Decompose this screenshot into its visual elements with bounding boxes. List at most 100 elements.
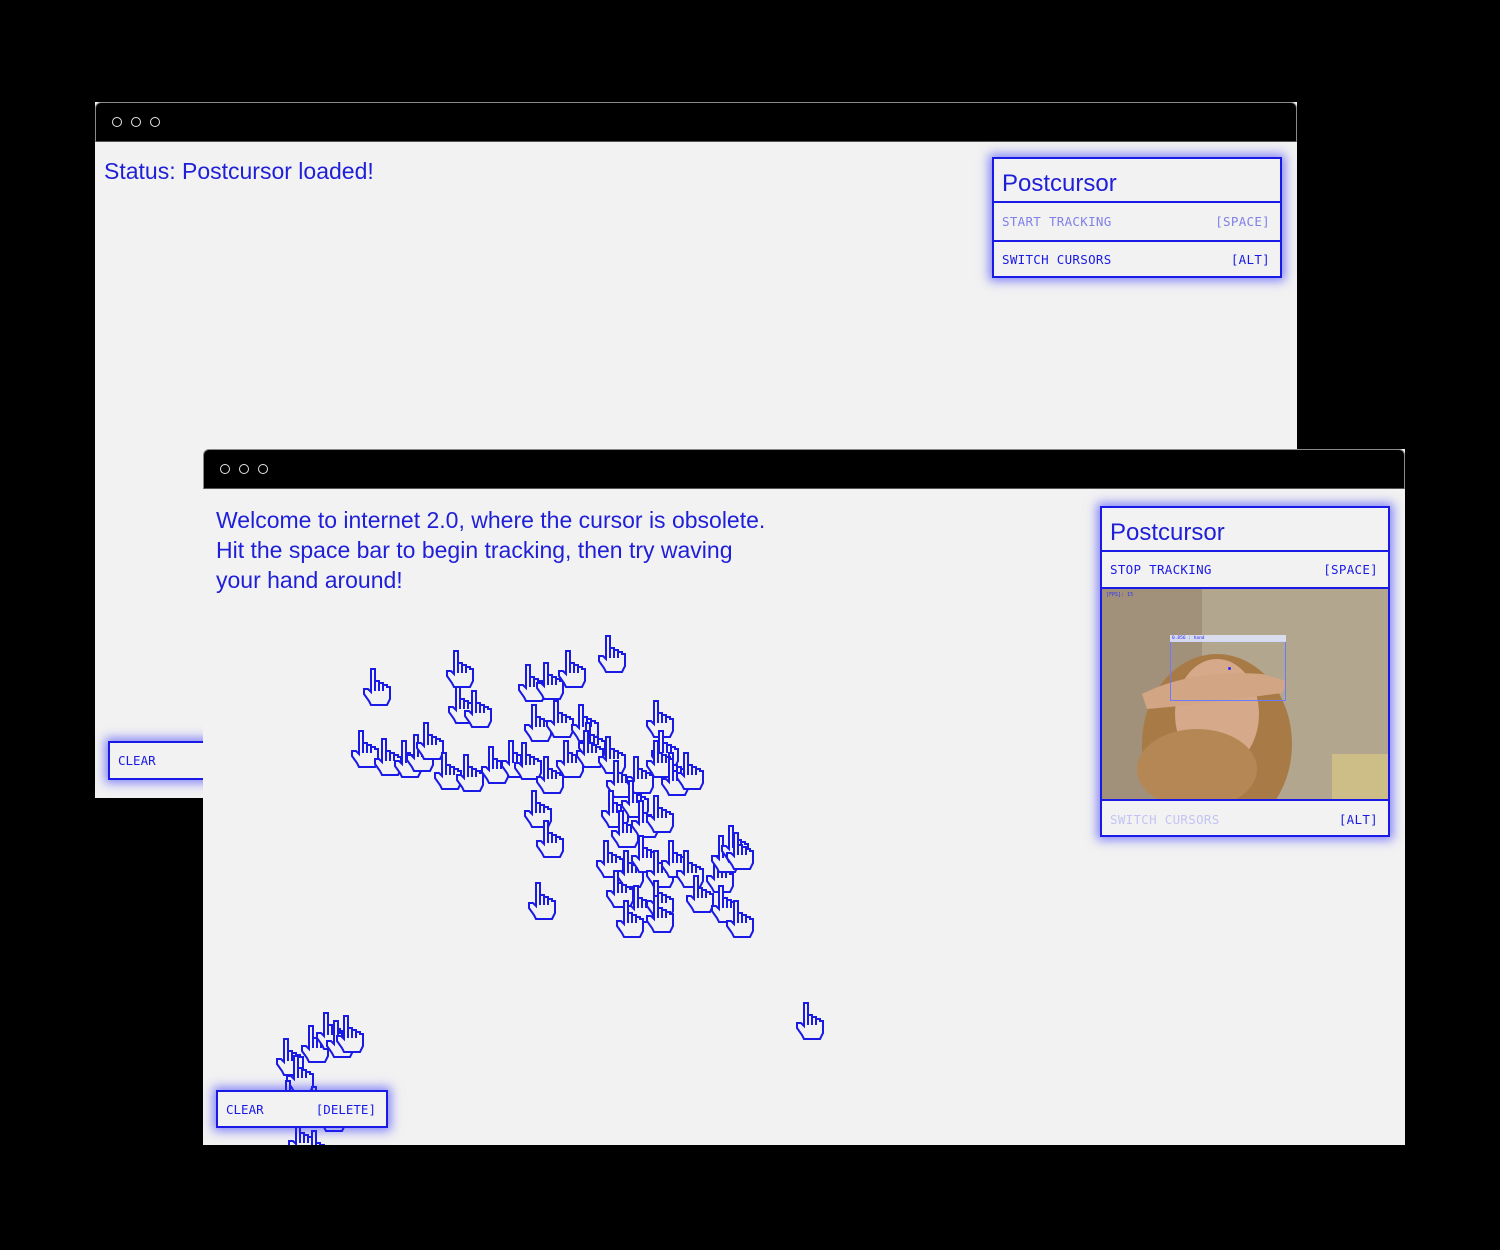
window-minimize-icon[interactable] (131, 117, 141, 127)
hand-pointer-icon (276, 1038, 304, 1076)
hand-pointer-icon (524, 704, 552, 742)
switch-cursors-button[interactable]: SWITCH CURSORS [ALT] (1102, 801, 1388, 838)
hand-pointer-icon (528, 882, 556, 920)
hand-pointer-icon (598, 635, 626, 673)
hand-detection-box: 0.856 : hand (1170, 635, 1286, 701)
hand-pointer-icon (676, 850, 704, 888)
hand-pointer-icon (434, 752, 462, 790)
postcursor-panel: Postcursor STOP TRACKING [SPACE] [FPS]: … (1100, 506, 1390, 837)
clear-label: CLEAR (118, 753, 156, 768)
window-close-icon[interactable] (112, 117, 122, 127)
hand-pointer-icon (571, 704, 599, 742)
panel-title: Postcursor (994, 159, 1280, 203)
hand-pointer-icon (661, 840, 689, 878)
hand-pointer-icon (646, 740, 674, 778)
hand-pointer-icon (501, 740, 529, 778)
hand-pointer-icon (351, 730, 379, 768)
hand-pointer-icon (686, 875, 714, 913)
hand-pointer-icon (621, 780, 649, 818)
hand-pointer-icon (616, 900, 644, 938)
hand-pointer-icon (646, 895, 674, 933)
space-key-hint: [SPACE] (1323, 562, 1378, 577)
start-tracking-label: START TRACKING (1002, 214, 1112, 229)
hand-pointer-icon (726, 832, 754, 870)
hand-pointer-icon (363, 668, 391, 706)
hand-pointer-icon (651, 730, 679, 768)
hand-pointer-icon (706, 855, 734, 893)
fps-label: [FPS]: 15 (1106, 592, 1134, 598)
hand-pointer-icon (536, 820, 564, 858)
hand-pointer-icon (456, 754, 484, 792)
hand-pointer-icon (606, 870, 634, 908)
hand-pointer-icon (556, 740, 584, 778)
hand-pointer-icon (626, 756, 654, 794)
front-window-titlebar (203, 449, 1405, 489)
hand-pointer-icon (646, 880, 674, 918)
hand-pointer-icon (406, 734, 434, 772)
hand-pointer-icon (448, 686, 476, 724)
intro-text: Welcome to internet 2.0, where the curso… (216, 505, 765, 595)
hand-pointer-icon (646, 795, 674, 833)
window-close-icon[interactable] (220, 464, 230, 474)
hand-pointer-icon (374, 738, 402, 776)
hand-pointer-icon (524, 790, 552, 828)
hand-pointer-icon (394, 740, 422, 778)
hand-pointer-icon (304, 1130, 332, 1145)
hand-pointer-icon (631, 800, 659, 838)
switch-cursors-button[interactable]: SWITCH CURSORS [ALT] (994, 240, 1280, 277)
hand-pointer-icon (518, 664, 546, 702)
hand-pointer-icon (316, 1012, 344, 1050)
hand-pointer-icon (596, 840, 624, 878)
window-maximize-icon[interactable] (258, 464, 268, 474)
hand-pointer-icon (616, 850, 644, 888)
hand-pointer-icon (301, 1025, 329, 1063)
back-window-titlebar (95, 102, 1297, 142)
hand-pointer-icon (536, 756, 564, 794)
hand-pointer-icon (286, 1055, 314, 1093)
intro-line: your hand around! (216, 567, 403, 593)
hand-pointer-icon (711, 835, 739, 873)
hand-pointer-icon (481, 746, 509, 784)
space-key-hint: [SPACE] (1215, 214, 1270, 229)
delete-key-hint: [DELETE] (315, 1101, 376, 1117)
hand-pointer-icon (598, 736, 626, 774)
hand-pointer-icon (631, 835, 659, 873)
intro-line: Hit the space bar to begin tracking, the… (216, 537, 733, 563)
hand-pointer-icon (416, 722, 444, 760)
hand-pointer-icon (558, 650, 586, 688)
webcam-preview: [FPS]: 15 0.856 : hand (1102, 589, 1388, 801)
detection-center-dot (1228, 667, 1231, 670)
postcursor-panel: Postcursor START TRACKING [SPACE] SWITCH… (992, 157, 1282, 278)
hand-pointer-icon (446, 650, 474, 688)
switch-cursors-label: SWITCH CURSORS (1110, 812, 1220, 827)
hand-pointer-icon (611, 810, 639, 848)
hand-pointer-icon (536, 662, 564, 700)
hand-pointer-icon (464, 690, 492, 728)
alt-key-hint: [ALT] (1230, 252, 1270, 267)
clear-button[interactable]: CLEAR [DELETE] (216, 1090, 388, 1128)
clear-label: CLEAR (226, 1101, 264, 1117)
start-tracking-button[interactable]: START TRACKING [SPACE] (994, 203, 1280, 240)
detection-label: 0.856 : hand (1170, 635, 1286, 642)
stop-tracking-button[interactable]: STOP TRACKING [SPACE] (1102, 552, 1388, 589)
hand-pointer-icon (796, 1002, 824, 1040)
hand-pointer-icon (546, 700, 574, 738)
hand-pointer-icon (514, 742, 542, 780)
hand-pointer-icon (606, 760, 634, 798)
window-maximize-icon[interactable] (150, 117, 160, 127)
hand-pointer-icon (601, 790, 629, 828)
window-minimize-icon[interactable] (239, 464, 249, 474)
hand-pointer-icon (721, 825, 749, 863)
stop-tracking-label: STOP TRACKING (1110, 562, 1212, 577)
hand-pointer-icon (576, 730, 604, 768)
hand-pointer-icon (336, 1015, 364, 1053)
intro-line: Welcome to internet 2.0, where the curso… (216, 507, 766, 533)
hand-pointer-icon (326, 1020, 354, 1058)
hand-pointer-icon (661, 758, 689, 796)
hand-pointer-icon (711, 885, 739, 923)
status-text: Status: Postcursor loaded! (104, 158, 374, 184)
panel-title: Postcursor (1102, 508, 1388, 552)
hand-pointer-icon (626, 885, 654, 923)
switch-cursors-label: SWITCH CURSORS (1002, 252, 1112, 267)
hand-pointer-icon (646, 700, 674, 738)
